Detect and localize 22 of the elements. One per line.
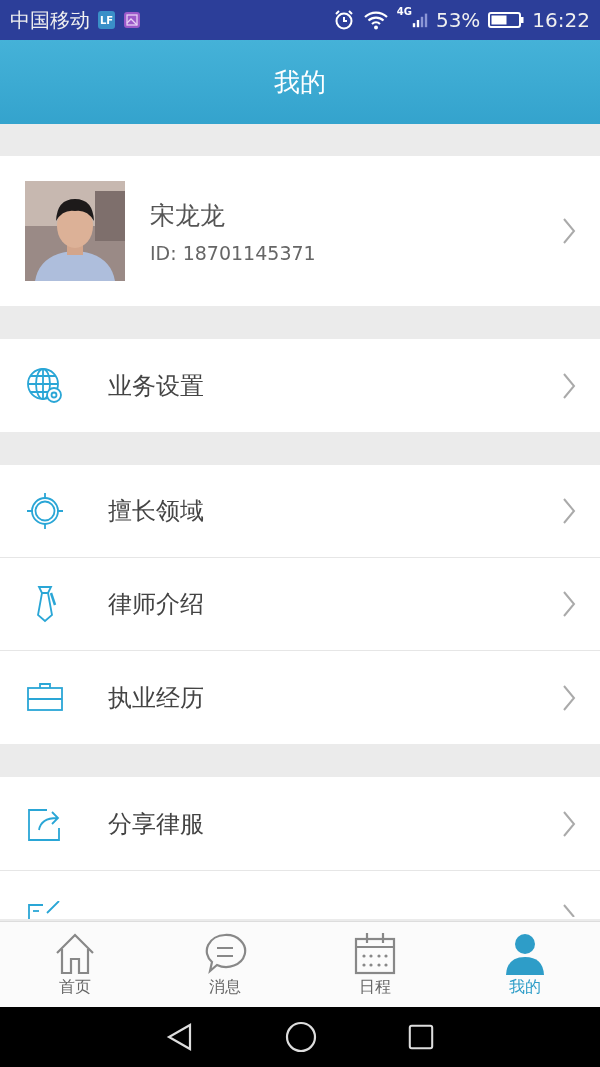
- tab[interactable]: 首页: [0, 922, 150, 1007]
- menu-item[interactable]: 分享律服: [0, 777, 600, 870]
- page-title: 我的: [274, 65, 326, 99]
- menu-label: 律师介绍: [108, 589, 205, 620]
- tab[interactable]: 消息: [150, 922, 300, 1007]
- menu-label: 业务设置: [108, 370, 205, 402]
- menu-item[interactable]: 律师介绍: [0, 558, 600, 651]
- carrier-name: 中国移动: [10, 6, 90, 34]
- user-id: ID: 18701145371: [150, 241, 317, 264]
- tab[interactable]: 日程: [300, 922, 450, 1007]
- menu-item[interactable]: 执业经历: [0, 651, 600, 744]
- menu-label: 分享律服: [108, 808, 205, 840]
- menu-label: 执业经历: [108, 682, 205, 714]
- network-label: 4G: [396, 6, 412, 17]
- menu-label: 擅长领域: [108, 496, 205, 527]
- profile-card[interactable]: 宋龙龙 ID: 18701145371: [0, 156, 600, 306]
- menu-item[interactable]: 业务设置: [0, 339, 600, 432]
- app-badge: LF: [98, 11, 116, 29]
- battery-percent: 53%: [435, 8, 481, 32]
- user-name: 宋龙龙: [150, 199, 226, 232]
- menu-item[interactable]: 擅长领域: [0, 465, 600, 558]
- clock-time: 16:22: [532, 8, 590, 32]
